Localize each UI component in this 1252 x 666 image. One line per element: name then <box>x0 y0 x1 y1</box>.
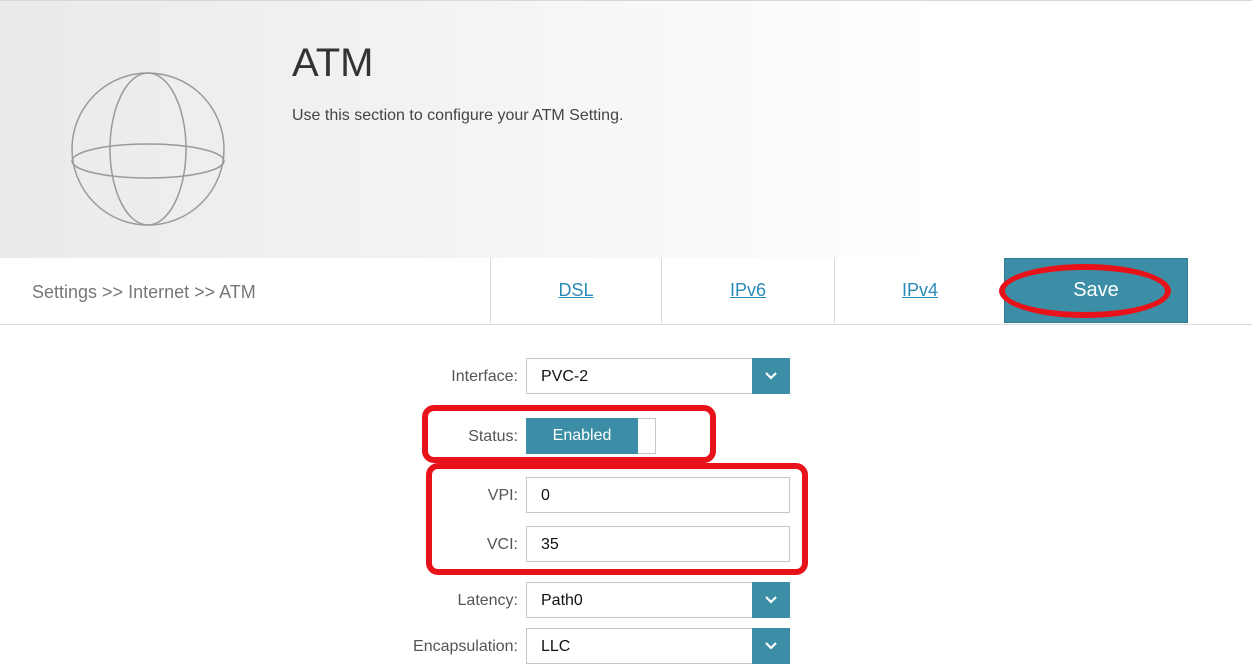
encapsulation-row: Encapsulation: LLC <box>0 628 1252 666</box>
vpi-vci-highlight-box <box>426 463 808 575</box>
interface-row: Interface: PVC-2 <box>0 358 1252 396</box>
tab-dsl[interactable]: DSL <box>490 258 661 323</box>
encapsulation-value: LLC <box>541 638 571 655</box>
chevron-down-icon[interactable] <box>752 358 790 394</box>
tab-ipv4[interactable]: IPv4 <box>834 258 1005 323</box>
tab-ipv6-link[interactable]: IPv6 <box>730 280 766 301</box>
interface-label: Interface: <box>451 368 518 385</box>
breadcrumb: Settings >> Internet >> ATM <box>32 282 256 302</box>
page-subtitle: Use this section to configure your ATM S… <box>292 107 624 124</box>
save-highlight-ring <box>999 264 1171 318</box>
tab-ipv4-link[interactable]: IPv4 <box>902 280 938 301</box>
interface-value: PVC-2 <box>541 368 589 385</box>
status-highlight-box <box>422 405 716 463</box>
encapsulation-label: Encapsulation: <box>413 638 518 655</box>
page-title: ATM <box>292 41 374 85</box>
globe-icon <box>68 57 228 237</box>
tab-dsl-link[interactable]: DSL <box>558 280 593 301</box>
interface-select[interactable]: PVC-2 <box>526 358 790 394</box>
latency-select[interactable]: Path0 <box>526 582 790 618</box>
encapsulation-select[interactable]: LLC <box>526 628 790 664</box>
latency-label: Latency: <box>457 592 518 609</box>
tab-ipv6[interactable]: IPv6 <box>661 258 834 323</box>
chevron-down-icon[interactable] <box>752 628 790 664</box>
chevron-down-icon[interactable] <box>752 582 790 618</box>
latency-value: Path0 <box>541 592 583 609</box>
latency-row: Latency: Path0 <box>0 582 1252 620</box>
page-header: ATM Use this section to configure your A… <box>0 0 1252 259</box>
